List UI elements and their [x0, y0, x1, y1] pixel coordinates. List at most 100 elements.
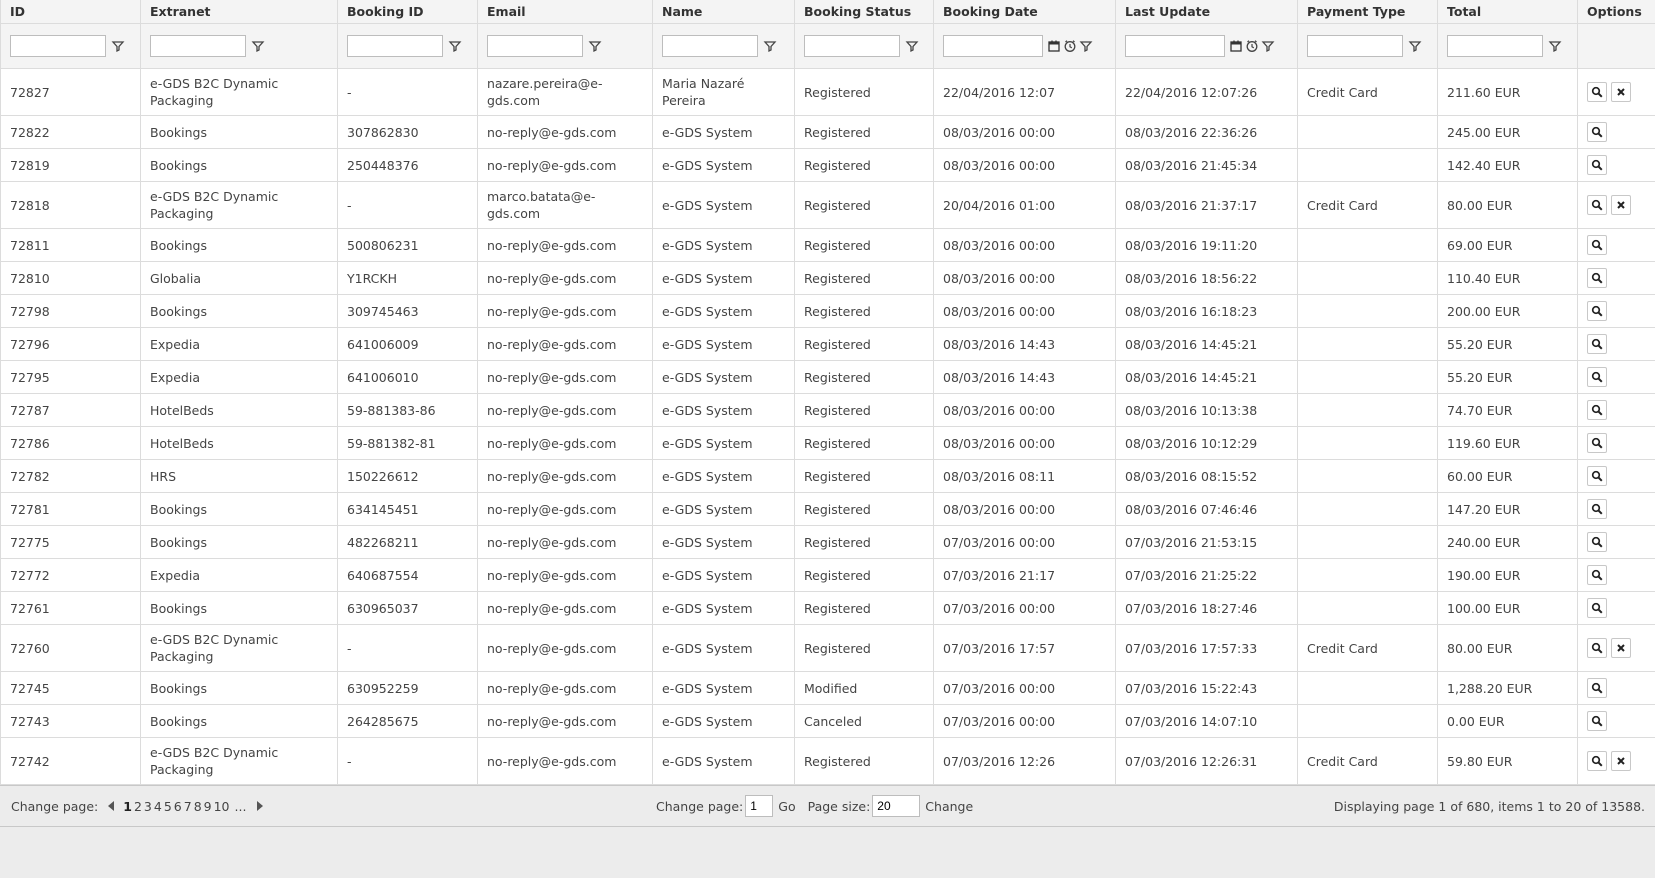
table-row[interactable]: 72827 e-GDS B2C Dynamic Packaging - nazare.…: [0, 68, 1655, 116]
page-link[interactable]: 3: [144, 799, 152, 814]
table-row[interactable]: 72781 Bookings 634145451 no-reply@e-gds.com…: [0, 492, 1655, 526]
table-row[interactable]: 72743 Bookings 264285675 no-reply@e-gds.com…: [0, 704, 1655, 738]
column-header-options[interactable]: Options: [1577, 0, 1655, 24]
cell-booking-id: -: [337, 624, 478, 672]
clock-icon[interactable]: [1245, 39, 1259, 53]
cancel-booking-close-icon[interactable]: [1611, 195, 1631, 215]
filter-icon[interactable]: [763, 39, 777, 53]
filter-icon[interactable]: [1079, 39, 1093, 53]
go-button[interactable]: Go: [778, 799, 795, 814]
cancel-booking-close-icon[interactable]: [1611, 638, 1631, 658]
column-header-total[interactable]: Total: [1437, 0, 1578, 24]
table-row[interactable]: 72787 HotelBeds 59-881383-86 no-reply@e-gds…: [0, 393, 1655, 427]
table-row[interactable]: 72795 Expedia 641006010 no-reply@e-gds.com e…: [0, 360, 1655, 394]
view-booking-search-icon[interactable]: [1587, 598, 1607, 618]
view-booking-search-icon[interactable]: [1587, 122, 1607, 142]
column-header-email[interactable]: Email: [477, 0, 653, 24]
page-link[interactable]: 8: [194, 799, 202, 814]
table-row[interactable]: 72760 e-GDS B2C Dynamic Packaging - no-repl…: [0, 624, 1655, 672]
prev-page-icon[interactable]: [108, 801, 115, 811]
table-row[interactable]: 72742 e-GDS B2C Dynamic Packaging - no-repl…: [0, 737, 1655, 785]
page-link[interactable]: 2: [134, 799, 142, 814]
column-header-booking-status[interactable]: Booking Status: [794, 0, 934, 24]
table-row[interactable]: 72772 Expedia 640687554 no-reply@e-gds.com e…: [0, 558, 1655, 592]
filter-icon[interactable]: [1548, 39, 1562, 53]
column-header-booking-date[interactable]: Booking Date: [933, 0, 1116, 24]
view-booking-search-icon[interactable]: [1587, 532, 1607, 552]
table-row[interactable]: 72819 Bookings 250448376 no-reply@e-gds.com…: [0, 148, 1655, 182]
cancel-booking-close-icon[interactable]: [1611, 82, 1631, 102]
column-header-payment-type[interactable]: Payment Type: [1297, 0, 1438, 24]
filter-icon[interactable]: [111, 39, 125, 53]
filter-input-extranet[interactable]: [150, 35, 246, 57]
filter-icon[interactable]: [588, 39, 602, 53]
page-link[interactable]: 10: [214, 799, 230, 814]
column-header-booking-id[interactable]: Booking ID: [337, 0, 478, 24]
view-booking-search-icon[interactable]: [1587, 301, 1607, 321]
view-booking-search-icon[interactable]: [1587, 499, 1607, 519]
page-size-input[interactable]: [872, 795, 921, 817]
table-row[interactable]: 72796 Expedia 641006009 no-reply@e-gds.com e…: [0, 327, 1655, 361]
table-row[interactable]: 72782 HRS 150226612 no-reply@e-gds.com e-GDS…: [0, 459, 1655, 493]
filter-icon[interactable]: [1408, 39, 1422, 53]
filter-input-total[interactable]: [1447, 35, 1543, 57]
table-row[interactable]: 72786 HotelBeds 59-881382-81 no-reply@e-gds…: [0, 426, 1655, 460]
page-link[interactable]: 7: [184, 799, 192, 814]
calendar-icon[interactable]: [1047, 39, 1061, 53]
calendar-icon[interactable]: [1229, 39, 1243, 53]
filter-input-id[interactable]: [10, 35, 106, 57]
page-ellipsis[interactable]: ...: [235, 799, 247, 814]
clock-icon[interactable]: [1063, 39, 1077, 53]
table-row[interactable]: 72745 Bookings 630952259 no-reply@e-gds.com…: [0, 671, 1655, 705]
view-booking-search-icon[interactable]: [1587, 466, 1607, 486]
filter-input-last-update[interactable]: [1125, 35, 1225, 57]
view-booking-search-icon[interactable]: [1587, 751, 1607, 771]
view-booking-search-icon[interactable]: [1587, 268, 1607, 288]
view-booking-search-icon[interactable]: [1587, 711, 1607, 731]
filter-input-payment[interactable]: [1307, 35, 1403, 57]
view-booking-search-icon[interactable]: [1587, 367, 1607, 387]
change-size-button[interactable]: Change: [925, 799, 973, 814]
filter-input-booking-id[interactable]: [347, 35, 443, 57]
column-header-id[interactable]: ID: [0, 0, 141, 24]
page-link-current[interactable]: 1: [123, 799, 132, 814]
table-row[interactable]: 72761 Bookings 630965037 no-reply@e-gds.com…: [0, 591, 1655, 625]
page-link[interactable]: 5: [164, 799, 172, 814]
view-booking-search-icon[interactable]: [1587, 195, 1607, 215]
table-row[interactable]: 72822 Bookings 307862830 no-reply@e-gds.com…: [0, 115, 1655, 149]
page-link[interactable]: 9: [204, 799, 212, 814]
column-header-last-update[interactable]: Last Update: [1115, 0, 1298, 24]
view-booking-search-icon[interactable]: [1587, 638, 1607, 658]
table-row[interactable]: 72775 Bookings 482268211 no-reply@e-gds.com…: [0, 525, 1655, 559]
filter-icon[interactable]: [905, 39, 919, 53]
view-booking-search-icon[interactable]: [1587, 155, 1607, 175]
view-booking-search-icon[interactable]: [1587, 678, 1607, 698]
cell-email: no-reply@e-gds.com: [477, 228, 653, 262]
goto-page-input[interactable]: [745, 795, 774, 817]
cancel-booking-close-icon[interactable]: [1611, 751, 1631, 771]
view-booking-search-icon[interactable]: [1587, 82, 1607, 102]
filter-icon[interactable]: [1261, 39, 1275, 53]
view-booking-search-icon[interactable]: [1587, 400, 1607, 420]
next-page-icon[interactable]: [257, 801, 264, 811]
filter-input-email[interactable]: [487, 35, 583, 57]
page-link[interactable]: 6: [174, 799, 182, 814]
filter-icon[interactable]: [448, 39, 462, 53]
view-booking-search-icon[interactable]: [1587, 565, 1607, 585]
column-header-name[interactable]: Name: [652, 0, 795, 24]
table-row[interactable]: 72818 e-GDS B2C Dynamic Packaging - marco.b…: [0, 181, 1655, 229]
column-header-extranet[interactable]: Extranet: [140, 0, 338, 24]
view-booking-search-icon[interactable]: [1587, 235, 1607, 255]
filter-input-booking-date[interactable]: [943, 35, 1043, 57]
filter-input-name[interactable]: [662, 35, 758, 57]
filter-icon[interactable]: [251, 39, 265, 53]
filter-input-status[interactable]: [804, 35, 900, 57]
cell-last-update: 08/03/2016 10:12:29: [1115, 426, 1298, 460]
cell-id: 72819: [0, 148, 141, 182]
page-link[interactable]: 4: [154, 799, 162, 814]
table-row[interactable]: 72810 Globalia Y1RCKH no-reply@e-gds.com e-G…: [0, 261, 1655, 295]
view-booking-search-icon[interactable]: [1587, 433, 1607, 453]
table-row[interactable]: 72798 Bookings 309745463 no-reply@e-gds.com…: [0, 294, 1655, 328]
view-booking-search-icon[interactable]: [1587, 334, 1607, 354]
table-row[interactable]: 72811 Bookings 500806231 no-reply@e-gds.com…: [0, 228, 1655, 262]
